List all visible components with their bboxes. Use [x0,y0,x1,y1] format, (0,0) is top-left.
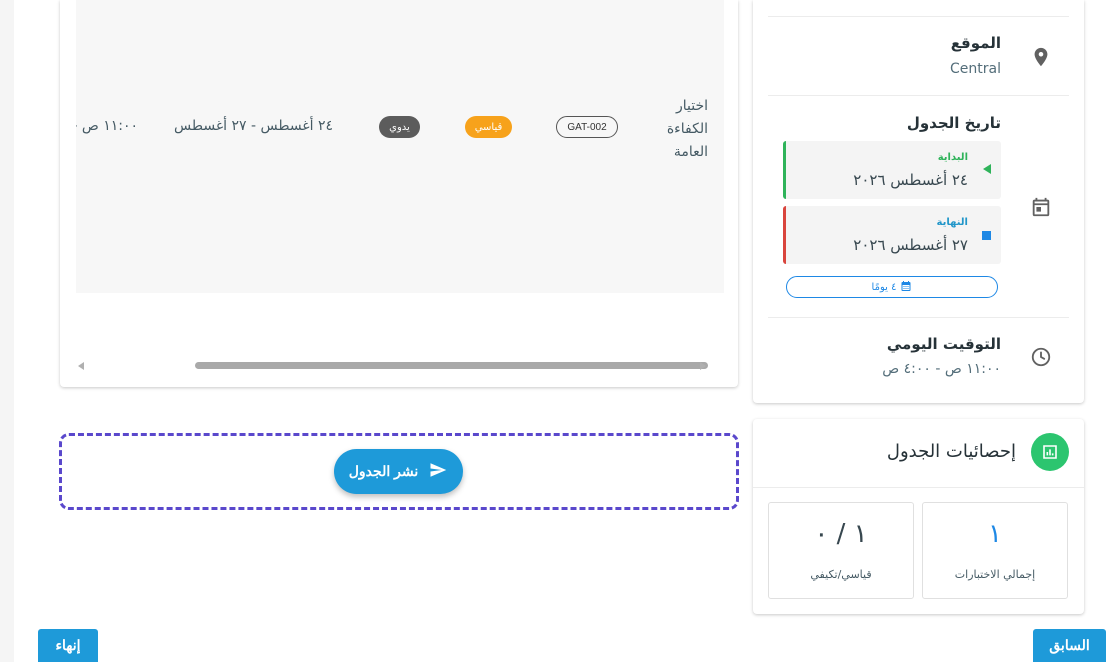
stop-icon [982,231,991,240]
finish-button[interactable]: إنهاء [38,629,98,662]
calendar-icon [1030,196,1052,218]
end-date-value: ٢٧ أغسطس ٢٠٢٦ [853,236,968,254]
location-pin-icon [1030,46,1052,68]
start-date-box: البداية ٢٤ أغسطس ٢٠٢٦ [783,141,1001,199]
divider [768,16,1069,17]
exam-type-badge: قياسي [465,116,512,138]
send-icon [428,461,448,482]
total-exams-caption: إجمالي الاختبارات [954,568,1036,581]
schedule-date-title: تاريخ الجدول [906,114,1001,132]
exam-dates-cell: ٢٤ أغسطس - ٢٧ أغسطس [174,118,334,134]
start-date-label: البداية [937,152,968,163]
divider [768,95,1069,96]
exam-name-cell: اختيار الكفاءة العامة [666,98,708,160]
daily-time-title: التوقيت اليومي [886,335,1001,353]
exams-table: اختيار الكفاءة العامة GAT-002 قياسي يدوي… [76,0,724,293]
start-date-value: ٢٤ أغسطس ٢٠٢٦ [853,171,968,189]
scroll-left-arrow-icon[interactable] [78,362,84,370]
schedule-stats-card: إحصائيات الجدول ١ إجمالي الاختبارات ١ / … [753,419,1084,614]
standard-adaptive-stat: ١ / ٠ قياسي/تكيفي [768,502,914,599]
schedule-details-card: الموقع Central تاريخ الجدول البداية ٢٤ أ… [753,0,1084,403]
calendar-small-icon [900,280,912,295]
exam-time-cell: ١١:٠٠ ص - ٠٠ [76,118,138,134]
standard-adaptive-value: ١ / ٠ [814,519,868,549]
exam-code-chip: GAT-002 [556,116,618,138]
exams-table-card: اختيار الكفاءة العامة GAT-002 قياسي يدوي… [60,0,738,387]
total-exams-stat: ١ إجمالي الاختبارات [922,502,1068,599]
publish-schedule-button[interactable]: نشر الجدول [334,449,463,494]
divider [753,487,1084,488]
bar-chart-icon [1031,433,1069,471]
location-value: Central [950,61,1001,77]
publish-schedule-label: نشر الجدول [348,463,419,479]
play-icon [983,164,991,174]
exam-mode-badge: يدوي [379,116,420,138]
scroll-right-arrow-icon[interactable] [700,362,706,370]
total-exams-value: ١ [988,519,1002,549]
previous-button[interactable]: السابق [1033,629,1106,662]
daily-time-value: ١١:٠٠ ص - ٤:٠٠ ص [882,361,1001,377]
location-title: الموقع [950,34,1001,52]
clock-icon [1030,346,1052,368]
duration-badge: ٤ يومًا [786,276,998,298]
duration-label: ٤ يومًا [871,281,897,293]
stats-title: إحصائيات الجدول [886,441,1016,462]
standard-adaptive-caption: قياسي/تكيفي [810,568,872,581]
horizontal-scrollbar[interactable] [76,358,724,374]
divider [768,317,1069,318]
end-date-label: النهاية [936,217,968,228]
scrollbar-thumb[interactable] [195,362,708,369]
end-date-box: النهاية ٢٧ أغسطس ٢٠٢٦ [783,206,1001,264]
